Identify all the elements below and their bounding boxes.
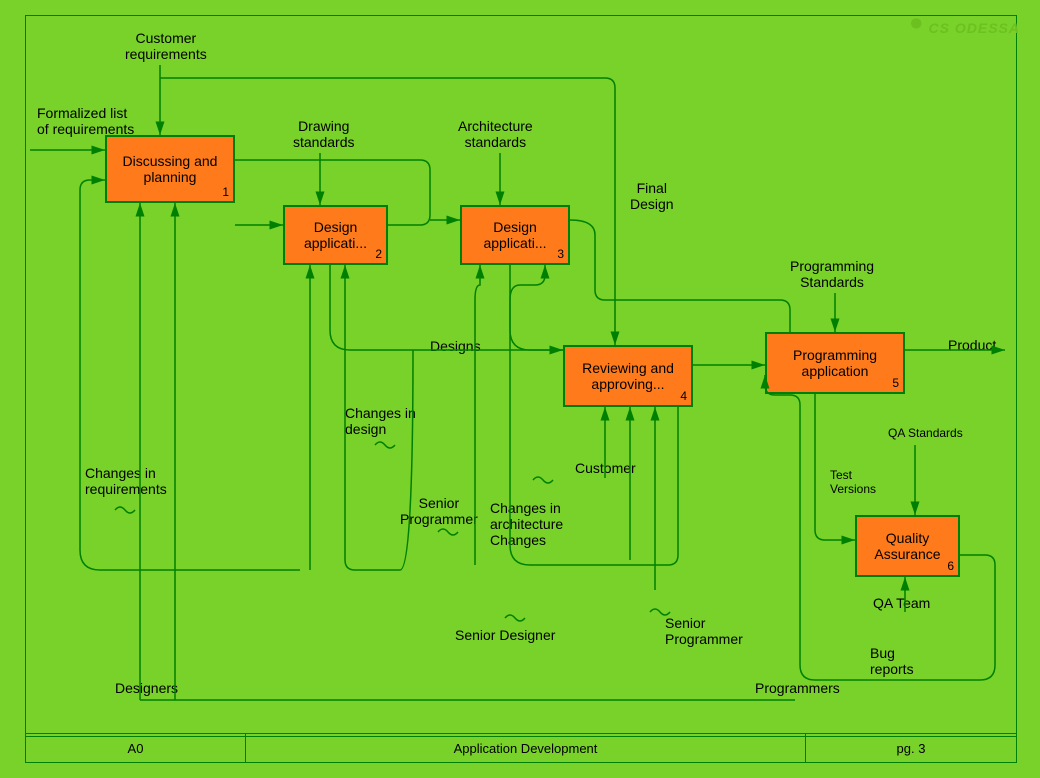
footer-node-value: A0 bbox=[128, 741, 144, 756]
box-number: 6 bbox=[947, 559, 954, 573]
label-drawing-standards: Drawing standards bbox=[293, 118, 354, 150]
label-qa-team: QA Team bbox=[873, 595, 930, 611]
box-discussing-planning[interactable]: Discussing and planning 1 bbox=[105, 135, 235, 203]
label-designs: Designs bbox=[430, 338, 481, 354]
box-number: 2 bbox=[375, 247, 382, 261]
box-quality-assurance[interactable]: Quality Assurance 6 bbox=[855, 515, 960, 577]
label-changes-in-design: Changes in design bbox=[345, 405, 416, 437]
box-programming-app[interactable]: Programming application 5 bbox=[765, 332, 905, 394]
box-number: 1 bbox=[222, 185, 229, 199]
box-design-app-3[interactable]: Design applicati... 3 bbox=[460, 205, 570, 265]
box-label: Discussing and planning bbox=[111, 153, 229, 185]
label-customer: Customer bbox=[575, 460, 636, 476]
label-formalized-requirements: Formalized list of requirements bbox=[37, 105, 134, 137]
box-label: Design applicati... bbox=[466, 219, 564, 251]
footer-title-value: Application Development bbox=[454, 741, 598, 756]
label-programmers: Programmers bbox=[755, 680, 840, 696]
box-reviewing-approving[interactable]: Reviewing and approving... 4 bbox=[563, 345, 693, 407]
box-design-app-2[interactable]: Design applicati... 2 bbox=[283, 205, 388, 265]
box-number: 4 bbox=[680, 389, 687, 403]
label-test-versions: Test Versions bbox=[830, 469, 876, 497]
label-final-design: Final Design bbox=[630, 180, 674, 212]
label-senior-programmer-1: Senior Programmer bbox=[400, 495, 478, 527]
watermark: CS ODESSA bbox=[909, 18, 1020, 36]
box-number: 5 bbox=[892, 376, 899, 390]
label-designers: Designers bbox=[115, 680, 178, 696]
label-programming-standards: Programming Standards bbox=[790, 258, 874, 290]
label-customer-requirements: Customer requirements bbox=[125, 30, 207, 62]
box-label: Reviewing and approving... bbox=[569, 360, 687, 392]
footer-bar: Node:A0 Titles:Application Development N… bbox=[25, 733, 1017, 763]
label-qa-standards: QA Standards bbox=[888, 427, 963, 441]
label-changes-in-requirements: Changes in requirements bbox=[85, 465, 167, 497]
label-senior-designer: Senior Designer bbox=[455, 627, 555, 643]
label-senior-programmer-2: Senior Programmer bbox=[665, 615, 743, 647]
label-product: Product bbox=[948, 337, 996, 353]
box-label: Design applicati... bbox=[289, 219, 382, 251]
label-bug-reports: Bug reports bbox=[870, 645, 914, 677]
label-architecture-standards: Architecture standards bbox=[458, 118, 533, 150]
box-label: Quality Assurance bbox=[861, 530, 954, 562]
label-changes-in-architecture: Changes in architecture Changes bbox=[490, 500, 563, 548]
box-number: 3 bbox=[557, 247, 564, 261]
footer-number-value: pg. 3 bbox=[897, 741, 926, 756]
box-label: Programming application bbox=[771, 347, 899, 379]
